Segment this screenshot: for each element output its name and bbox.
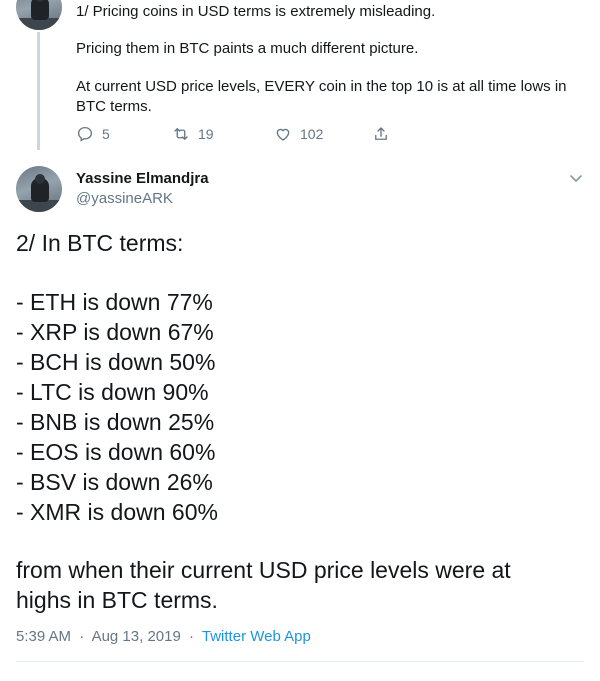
- tweet-outro-line-2: highs in BTC terms.: [16, 587, 218, 613]
- tweet-intro: 2/ In BTC terms:: [16, 230, 184, 256]
- coin-list: - ETH is down 77% - XRP is down 67% - BC…: [16, 287, 218, 527]
- parent-tweet-line-2: Pricing them in BTC paints a much differ…: [76, 40, 419, 57]
- divider: [16, 661, 584, 662]
- list-item: - BSV is down 26%: [16, 469, 213, 495]
- tweet-outro-line-1: from when their current USD price levels…: [16, 557, 511, 583]
- reply-icon: [77, 126, 93, 142]
- reply-count: 5: [102, 126, 110, 142]
- retweet-count: 19: [198, 126, 214, 142]
- like-button[interactable]: 102: [274, 124, 323, 144]
- list-item: - BNB is down 25%: [16, 409, 215, 435]
- tweet-date[interactable]: Aug 13, 2019: [92, 628, 181, 645]
- author-handle[interactable]: @yassineARK: [76, 190, 173, 207]
- parent-author-avatar[interactable]: [16, 0, 62, 30]
- parent-tweet-line-1: 1/ Pricing coins in USD terms is extreme…: [76, 3, 436, 20]
- meta-separator: ·: [79, 628, 85, 645]
- share-button[interactable]: [372, 124, 390, 144]
- tweet-metadata: 5:39 AM · Aug 13, 2019 · Twitter Web App: [16, 628, 311, 645]
- reply-button[interactable]: 5: [76, 124, 110, 144]
- retweet-button[interactable]: 19: [172, 124, 214, 144]
- list-item: - XMR is down 60%: [16, 499, 218, 525]
- author-avatar[interactable]: [16, 166, 62, 212]
- tweet-source-link[interactable]: Twitter Web App: [202, 628, 311, 645]
- share-icon: [375, 127, 387, 140]
- tweet-time[interactable]: 5:39 AM: [16, 628, 71, 645]
- list-item: - EOS is down 60%: [16, 439, 216, 465]
- chevron-down-icon[interactable]: [568, 170, 584, 186]
- author-name[interactable]: Yassine Elmandjra: [76, 170, 209, 187]
- like-count: 102: [300, 126, 324, 142]
- list-item: - LTC is down 90%: [16, 379, 209, 405]
- meta-separator: ·: [188, 628, 194, 645]
- retweet-icon: [174, 128, 188, 140]
- list-item: - XRP is down 67%: [16, 319, 214, 345]
- list-item: - ETH is down 77%: [16, 289, 213, 315]
- like-icon: [276, 128, 290, 141]
- list-item: - BCH is down 50%: [16, 349, 216, 375]
- parent-tweet-line-3: At current USD price levels, EVERY coin …: [76, 78, 567, 115]
- thread-connector-line: [37, 32, 40, 150]
- parent-tweet-actions: 5 19 102: [76, 124, 416, 144]
- tweet-thread: 1/ Pricing coins in USD terms is extreme…: [0, 0, 600, 681]
